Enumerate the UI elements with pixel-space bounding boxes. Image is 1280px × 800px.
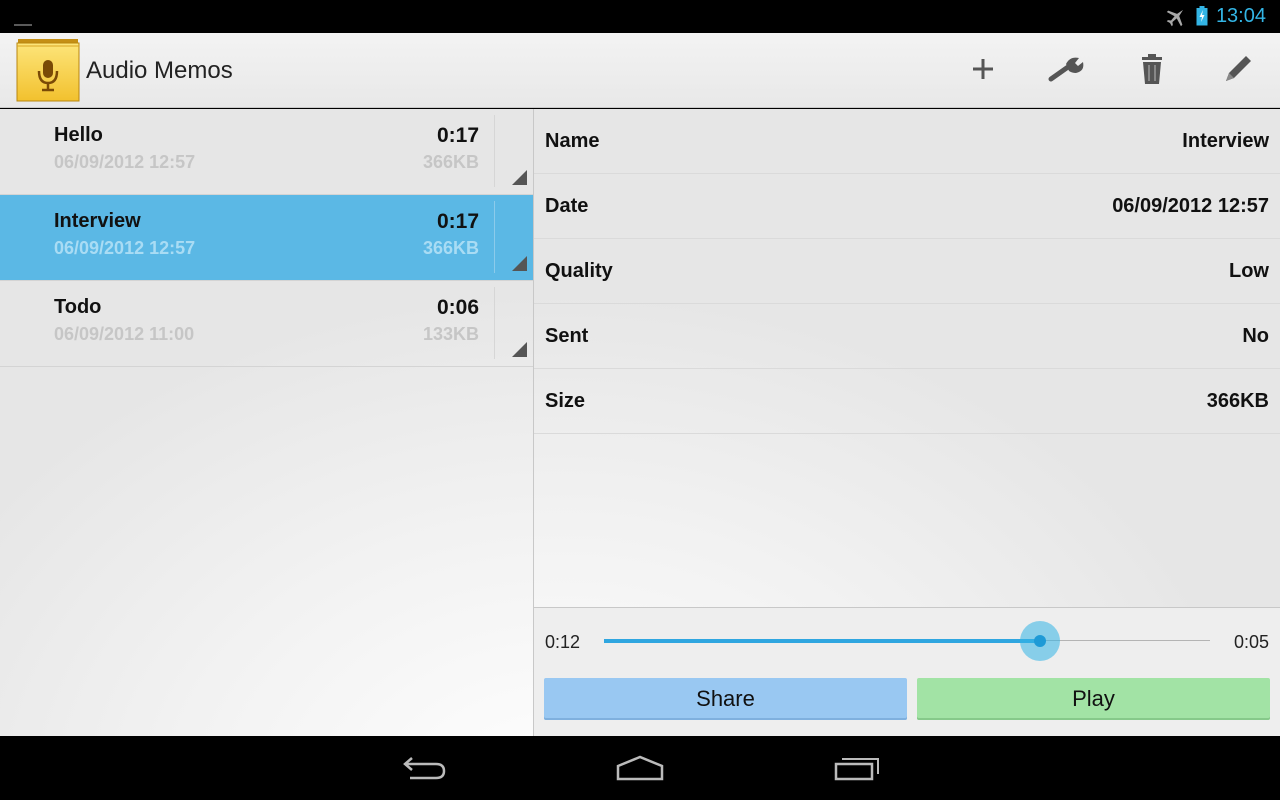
list-item[interactable]: Hello 06/09/2012 12:57 0:17 366KB (0, 109, 533, 195)
detail-row-sent: Sent No (534, 304, 1280, 369)
memo-size: 366KB (422, 238, 479, 258)
detail-label: Name (545, 130, 600, 152)
pencil-icon (1226, 56, 1251, 81)
context-menu-icon[interactable] (512, 256, 527, 271)
memo-name: Interview (54, 210, 141, 232)
recent-apps-button[interactable] (827, 750, 887, 786)
detail-row-size: Size 366KB (534, 369, 1280, 434)
memo-size: 366KB (422, 152, 479, 172)
share-button[interactable]: Share (544, 678, 907, 720)
divider (494, 201, 495, 273)
memo-duration: 0:17 (436, 124, 479, 147)
detail-label: Date (545, 195, 589, 217)
detail-row-quality: Quality Low (534, 239, 1280, 304)
details-panel: Name Interview Date 06/09/2012 12:57 Qua… (534, 109, 1280, 607)
detail-value: 366KB (1206, 390, 1269, 412)
memo-date: 06/09/2012 12:57 (54, 238, 196, 258)
memo-date: 06/09/2012 11:00 (54, 324, 195, 344)
trash-icon (1142, 54, 1162, 84)
divider (494, 287, 495, 359)
notification-icon (14, 24, 32, 26)
detail-value: 06/09/2012 12:57 (1112, 195, 1269, 217)
back-button[interactable] (394, 750, 454, 786)
recent-apps-icon (834, 758, 879, 781)
back-icon (403, 757, 446, 780)
elapsed-time: 0:12 (545, 632, 581, 652)
battery-charging-icon (1196, 6, 1208, 26)
list-item[interactable]: Todo 06/09/2012 11:00 0:06 133KB (0, 281, 533, 367)
detail-label: Sent (545, 325, 589, 347)
remaining-time: 0:05 (1233, 632, 1269, 652)
seek-bar-progress (604, 639, 1041, 643)
detail-label: Size (545, 390, 586, 412)
wrench-icon (1048, 57, 1084, 82)
memo-duration: 0:06 (436, 296, 479, 319)
airplane-mode-icon (1166, 9, 1184, 27)
detail-value: Low (1229, 260, 1269, 282)
memo-date: 06/09/2012 12:57 (54, 152, 196, 172)
settings-button[interactable] (1046, 47, 1090, 91)
memo-duration: 0:17 (436, 210, 479, 233)
edit-button[interactable] (1216, 47, 1260, 91)
memo-name: Hello (54, 124, 103, 146)
memo-name: Todo (54, 296, 102, 318)
home-icon (616, 755, 664, 781)
add-button[interactable] (961, 47, 1005, 91)
detail-label: Quality (545, 260, 613, 282)
microphone-notepad-icon[interactable] (16, 38, 80, 102)
detail-row-name: Name Interview (534, 109, 1280, 174)
memo-list: Hello 06/09/2012 12:57 0:17 366KB Interv… (0, 109, 533, 736)
memo-size: 133KB (422, 324, 479, 344)
add-icon (973, 59, 993, 79)
status-clock: 13:04 (1215, 5, 1266, 27)
detail-row-date: Date 06/09/2012 12:57 (534, 174, 1280, 239)
detail-value: Interview (1182, 130, 1269, 152)
detail-value: No (1242, 325, 1269, 347)
list-item[interactable]: Interview 06/09/2012 12:57 0:17 366KB (0, 195, 533, 281)
player-panel: 0:12 0:05 Share Play (534, 607, 1280, 736)
app-title: Audio Memos (86, 57, 233, 84)
divider (494, 115, 495, 187)
home-button[interactable] (610, 750, 670, 786)
play-button[interactable]: Play (917, 678, 1270, 720)
content-area: Hello 06/09/2012 12:57 0:17 366KB Interv… (0, 109, 1280, 736)
delete-button[interactable] (1130, 47, 1174, 91)
action-bar: Audio Memos (0, 33, 1280, 108)
context-menu-icon[interactable] (512, 342, 527, 357)
status-bar: 13:04 (0, 0, 1280, 33)
seek-bar-thumb[interactable] (1020, 621, 1061, 661)
context-menu-icon[interactable] (512, 170, 527, 185)
navigation-bar (0, 736, 1280, 800)
